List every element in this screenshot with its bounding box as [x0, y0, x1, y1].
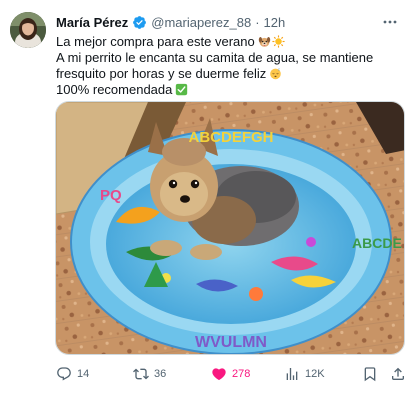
share-button[interactable]: [390, 364, 406, 384]
repost-icon: [133, 368, 149, 380]
bed-letters-top: ABCDEFGH: [189, 129, 274, 146]
views-count: 12K: [305, 368, 325, 380]
bookmark-button[interactable]: [362, 364, 378, 384]
reply-count: 14: [77, 368, 90, 380]
meta-separator: ·: [255, 14, 260, 30]
more-icon[interactable]: [380, 12, 400, 32]
tweet-media[interactable]: ABCDEFGH PQ WVULMN ABCDE: [55, 101, 405, 355]
check-mark-emoji: [175, 83, 188, 96]
author-handle[interactable]: @mariaperez_88: [151, 15, 251, 30]
action-bar: 14 36 278 12K: [56, 364, 406, 384]
views-icon: [286, 368, 298, 380]
heart-icon: [212, 368, 226, 381]
repost-button[interactable]: 36: [133, 364, 166, 384]
tweet-text-line-4: 100% recomendada: [56, 82, 404, 98]
tweet-header: María Pérez @mariaperez_88 · 12h: [56, 12, 285, 32]
reply-button[interactable]: 14: [56, 364, 89, 384]
sun-emoji: [272, 35, 285, 48]
sleeping-face-emoji: z: [269, 67, 282, 80]
bed-letters-left: PQ: [100, 187, 122, 204]
verified-badge-icon: [132, 15, 147, 30]
dog-face-emoji: [258, 35, 271, 48]
tweet-text-line-1: La mejor compra para este verano: [56, 34, 404, 50]
tweet-text-line-2: A mi perrito le encanta su camita de agu…: [56, 50, 374, 65]
reply-icon: [57, 367, 71, 381]
post-time[interactable]: 12h: [264, 15, 286, 30]
bed-letters-bottom: WVULMN: [195, 334, 267, 351]
svg-text:z: z: [278, 68, 280, 72]
tweet-text-line-3: fresquito por horas y se duerme feliz z: [56, 66, 404, 82]
author-name[interactable]: María Pérez: [56, 15, 128, 30]
avatar-image: [10, 12, 46, 48]
repost-count: 36: [154, 368, 167, 380]
views-button[interactable]: 12K: [284, 364, 325, 384]
avatar[interactable]: [10, 12, 46, 48]
tweet-text: La mejor compra para este verano A mi pe…: [56, 34, 404, 98]
like-button[interactable]: 278: [211, 364, 250, 384]
share-icon: [392, 367, 404, 380]
like-count: 278: [232, 368, 251, 380]
bookmark-icon: [364, 367, 376, 382]
bed-letters-right: ABCDE: [352, 235, 402, 251]
dog-on-water-bed-photo: ABCDEFGH PQ WVULMN ABCDE: [56, 102, 404, 354]
